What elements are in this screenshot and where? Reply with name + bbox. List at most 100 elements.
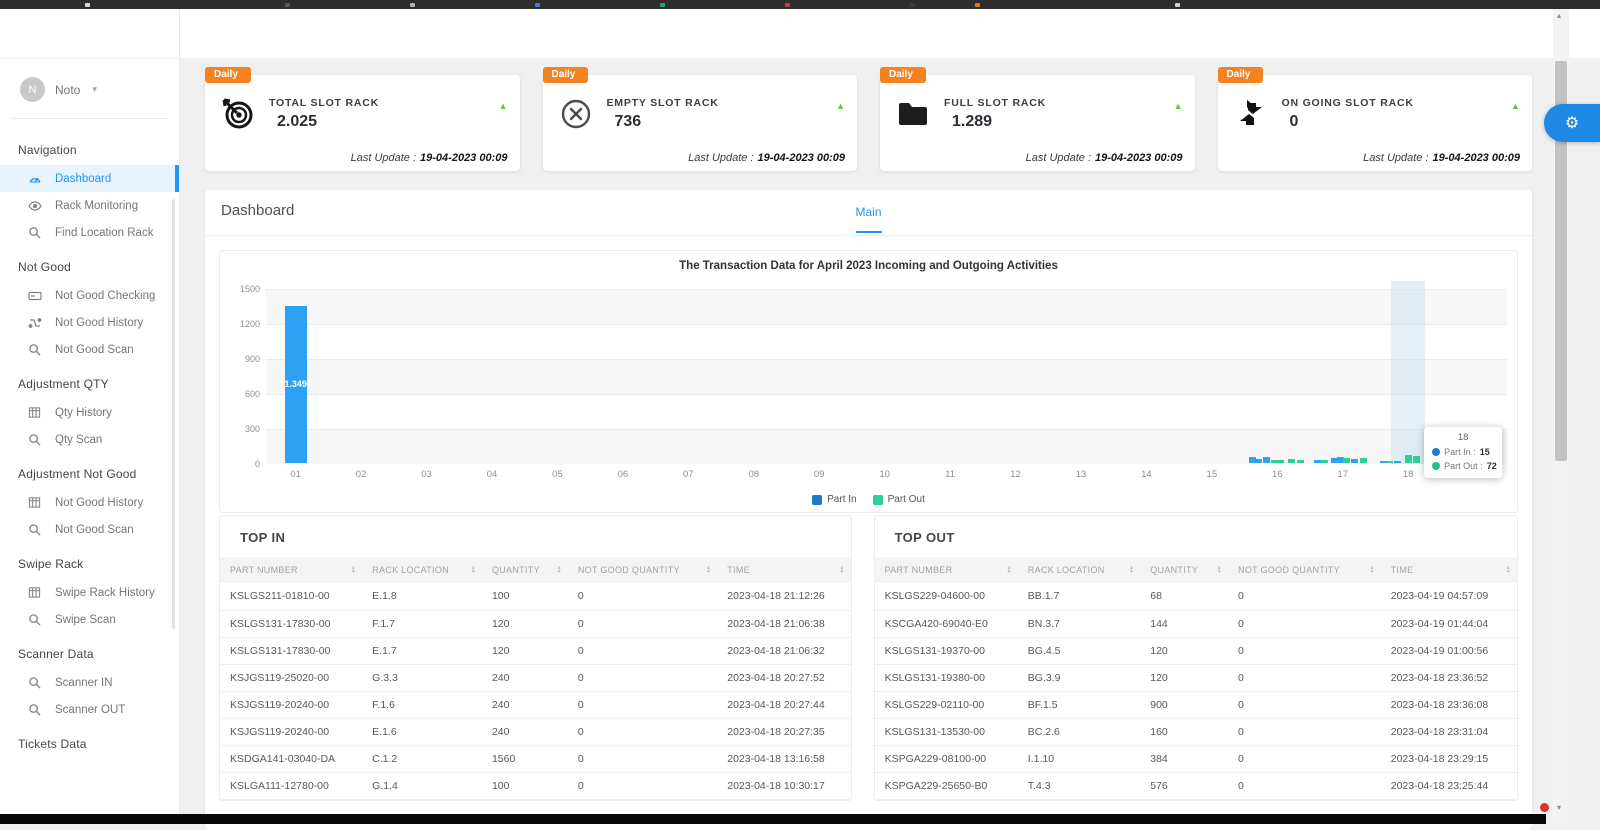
bar-part-out[interactable] — [1386, 461, 1393, 463]
x-axis-tick: 18 — [1403, 469, 1414, 480]
bar-part-in[interactable] — [1351, 459, 1358, 463]
bar-part-in[interactable] — [1255, 459, 1262, 463]
table-row[interactable]: KSLGS131-17830-00F.1.712002023-04-18 21:… — [220, 610, 851, 637]
sidebar-item-label: Dashboard — [55, 173, 111, 185]
sidebar-item-qty-history[interactable]: Qty History — [0, 399, 179, 426]
bar-part-out[interactable] — [1297, 460, 1304, 463]
chart-y-axis: 150012009006003000 — [230, 289, 266, 464]
column-header-quantity[interactable]: QUANTITY▲▼ — [482, 557, 568, 583]
column-header-not-good-quantity[interactable]: NOT GOOD QUANTITY ▲▼ — [1228, 557, 1381, 583]
column-header-quantity[interactable]: QUANTITY▲▼ — [1140, 557, 1228, 583]
bar-part-out[interactable] — [1288, 459, 1295, 463]
sidebar-item-not-good-checking[interactable]: Not Good Checking — [0, 282, 179, 309]
settings-button[interactable]: ⚙ — [1544, 104, 1600, 142]
sidebar-scrollbar[interactable] — [172, 199, 175, 629]
bar-part-out[interactable] — [1343, 458, 1350, 463]
x-axis-tick: 04 — [487, 469, 498, 480]
table-cell: 0 — [568, 745, 717, 772]
browser-tab-strip — [0, 0, 1600, 9]
table-row[interactable]: KSPGA229-25650-B0T.4.357602023-04-18 23:… — [875, 772, 1517, 799]
last-update-label: Last Update : — [1026, 152, 1091, 164]
table-cell: C.1.2 — [362, 745, 482, 772]
table-row[interactable]: KSLGS131-17830-00E.1.712002023-04-18 21:… — [220, 637, 851, 664]
sidebar-item-swipe-scan[interactable]: Swipe Scan — [0, 606, 179, 633]
bar-part-in[interactable] — [1394, 461, 1401, 463]
table-row[interactable]: KSLGS131-19370-00BG.4.512002023-04-19 01… — [875, 637, 1517, 664]
daily-badge: Daily — [205, 67, 251, 83]
column-header-part-number[interactable]: PART NUMBER▲▼ — [875, 557, 1018, 583]
column-header-part-number[interactable]: PART NUMBER▲▼ — [220, 557, 362, 583]
sidebar-item-label: Scanner OUT — [55, 704, 125, 716]
bar-part-out[interactable] — [1413, 456, 1420, 463]
table-row[interactable]: KSJGS119-20240-00E.1.624002023-04-18 20:… — [220, 718, 851, 745]
sidebar-item-not-good-history[interactable]: Not Good History — [0, 489, 179, 516]
search-icon — [28, 226, 42, 240]
stat-card-title: EMPTY SLOT RACK — [607, 97, 719, 109]
table-row[interactable]: KSJGS119-25020-00G.3.324002023-04-18 20:… — [220, 664, 851, 691]
table-row[interactable]: KSDGA141-03040-DAC.1.2156002023-04-18 13… — [220, 745, 851, 772]
gridline-band — [266, 394, 1507, 429]
gear-icon: ⚙ — [1565, 113, 1579, 133]
tooltip-label: Part Out : — [1444, 461, 1483, 471]
column-header-not-good-quantity[interactable]: NOT GOOD QUANTITY▲▼ — [568, 557, 717, 583]
recording-dot — [1540, 803, 1549, 812]
table-row[interactable]: KSLGS229-02110-00BF.1.590002023-04-18 23… — [875, 691, 1517, 718]
table-cell: KSLGS131-19370-00 — [875, 637, 1018, 664]
sidebar: N Noto ▾ NavigationDashboardRack Monitor… — [0, 9, 180, 824]
table-cell: 900 — [1140, 691, 1228, 718]
table-row[interactable]: KSPGA229-08100-00I.1.1038402023-04-18 23… — [875, 745, 1517, 772]
chart-plot-area[interactable]: 0102030405060708091011121314151617181.34… — [266, 289, 1507, 464]
x-axis-tick: 09 — [814, 469, 825, 480]
column-header-time[interactable]: TIME▲▼ — [717, 557, 850, 583]
nav-section-label: Scanner Data — [0, 633, 179, 669]
sidebar-item-label: Rack Monitoring — [55, 200, 138, 212]
sidebar-item-find-location-rack[interactable]: Find Location Rack — [0, 219, 179, 246]
scroll-down-icon[interactable]: ▾ — [1557, 803, 1561, 812]
tooltip-row: Part In :15 — [1432, 447, 1494, 457]
table-cell: I.1.10 — [1018, 745, 1140, 772]
trend-up-icon: ▲ — [499, 101, 508, 111]
table-icon — [28, 496, 42, 510]
tooltip-value: 72 — [1487, 461, 1497, 471]
sidebar-item-scanner-in[interactable]: Scanner IN — [0, 669, 179, 696]
table-row[interactable]: KSJGS119-20240-00F.1.624002023-04-18 20:… — [220, 691, 851, 718]
bar-part-in[interactable] — [1263, 457, 1270, 463]
legend-item[interactable]: Part Out — [873, 494, 925, 505]
search-icon — [28, 433, 42, 447]
sidebar-item-qty-scan[interactable]: Qty Scan — [0, 426, 179, 453]
sidebar-item-not-good-scan[interactable]: Not Good Scan — [0, 516, 179, 543]
table-cell: 120 — [1140, 637, 1228, 664]
sidebar-item-scanner-out[interactable]: Scanner OUT — [0, 696, 179, 723]
table-row[interactable]: KSLGA111-12780-00G.1.410002023-04-18 10:… — [220, 772, 851, 799]
table-cell: 2023-04-18 20:27:35 — [717, 718, 850, 745]
sidebar-item-not-good-history[interactable]: Not Good History — [0, 309, 179, 336]
table-row[interactable]: KSCGA420-69040-E0BN.3.714402023-04-19 01… — [875, 610, 1517, 637]
legend-item[interactable]: Part In — [812, 494, 856, 505]
column-header-rack-location[interactable]: RACK LOCATION▲▼ — [1018, 557, 1140, 583]
sort-icon: ▲▼ — [1369, 566, 1374, 574]
column-header-time[interactable]: TIME▲▼ — [1381, 557, 1517, 583]
table-row[interactable]: KSLGS229-04600-00BB.1.76802023-04-19 04:… — [875, 583, 1517, 610]
user-menu[interactable]: N Noto ▾ — [0, 59, 179, 116]
bar-part-in-day01[interactable]: 1.349 — [285, 306, 307, 463]
column-label: NOT GOOD QUANTITY — [1238, 565, 1340, 575]
column-header-rack-location[interactable]: RACK LOCATION▲▼ — [362, 557, 482, 583]
tab-main[interactable]: Main — [855, 205, 881, 233]
table-cell: 0 — [568, 610, 717, 637]
sidebar-item-dashboard[interactable]: Dashboard — [0, 165, 179, 192]
sidebar-item-not-good-scan[interactable]: Not Good Scan — [0, 336, 179, 363]
table-cell: 2023-04-18 20:27:44 — [717, 691, 850, 718]
scroll-up-icon[interactable]: ▴ — [1557, 11, 1561, 20]
table-row[interactable]: KSLGS131-19380-00BG.3.912002023-04-18 23… — [875, 664, 1517, 691]
table-row[interactable]: KSLGS131-13530-00BC.2.616002023-04-18 23… — [875, 718, 1517, 745]
table-cell: 0 — [1228, 718, 1381, 745]
table-cell: 240 — [482, 664, 568, 691]
sidebar-item-swipe-rack-history[interactable]: Swipe Rack History — [0, 579, 179, 606]
bar-part-out[interactable] — [1277, 460, 1284, 463]
bar-part-out[interactable] — [1360, 458, 1367, 463]
sidebar-item-rack-monitoring[interactable]: Rack Monitoring — [0, 192, 179, 219]
sort-icon: ▲▼ — [1129, 566, 1134, 574]
bar-part-out[interactable] — [1321, 460, 1328, 463]
bar-part-out[interactable] — [1405, 455, 1412, 463]
table-row[interactable]: KSLGS211-01810-00E.1.810002023-04-18 21:… — [220, 583, 851, 610]
